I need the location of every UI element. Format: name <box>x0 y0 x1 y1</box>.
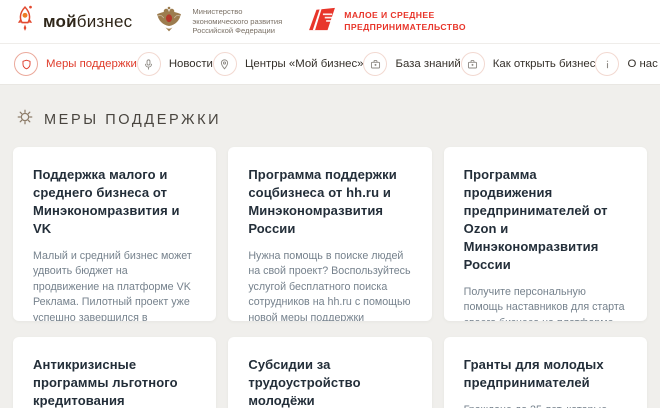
card-description: Получите персональную помощь наставников… <box>463 285 625 321</box>
card-title: Поддержка малого и среднего бизнеса от М… <box>33 167 180 236</box>
page-title: МЕРЫ ПОДДЕРЖКИ <box>44 111 222 128</box>
msp-title: МАЛОЕ И СРЕДНЕЕ ПРЕДПРИНИМАТЕЛЬСТВО <box>344 9 466 32</box>
moy-biznes-logo[interactable]: мойбизнес <box>14 4 132 39</box>
ministry-name: Министерство экономического развития Рос… <box>192 6 283 36</box>
national-projects-flag-icon <box>308 7 336 36</box>
eagle-emblem-icon <box>154 4 184 39</box>
support-card-youth-employment-subsidies[interactable]: Субсидии за трудоустройство молодёжи Суб… <box>228 337 432 408</box>
nav-label: Новости <box>168 58 213 70</box>
card-description: Нужна помощь в поиске людей на свой прое… <box>248 249 411 321</box>
nav-label: Центры «Мой бизнес» <box>244 58 364 70</box>
main-content: МЕРЫ ПОДДЕРЖКИ Поддержка малого и средне… <box>0 85 660 408</box>
card-title: Программа продвижения предпринимателей о… <box>463 167 608 272</box>
card-title: Антикризисные программы льготного кредит… <box>33 357 178 408</box>
nav-item-how-to-open-business[interactable]: Как открыть бизнес <box>460 52 596 76</box>
ministry-logo[interactable]: Министерство экономического развития Рос… <box>154 4 282 39</box>
nav-item-support-measures[interactable]: Меры поддержки <box>14 52 137 76</box>
rocket-icon <box>14 4 36 39</box>
location-pin-icon <box>212 52 237 76</box>
main-nav: Меры поддержки Новости Центры «Мой бизне… <box>0 44 660 85</box>
nav-item-about[interactable]: О нас <box>595 52 658 76</box>
nav-item-knowledge-base[interactable]: База знаний <box>363 52 461 76</box>
card-title: Субсидии за трудоустройство молодёжи <box>248 357 361 408</box>
nav-label: Меры поддержки <box>46 58 137 70</box>
logo-wordmark: мойбизнес <box>43 11 133 31</box>
nav-item-news[interactable]: Новости <box>136 52 213 76</box>
card-description: Малый и средний бизнес может удвоить бюд… <box>33 249 192 321</box>
support-card-vk[interactable]: Поддержка малого и среднего бизнеса от М… <box>13 147 217 321</box>
card-title: Гранты для молодых предпринимателей <box>463 357 604 390</box>
card-title: Программа поддержки соцбизнеса от hh.ru … <box>248 167 397 236</box>
nav-label: База знаний <box>395 58 461 70</box>
support-card-ozon[interactable]: Программа продвижения предпринимателей о… <box>443 147 647 321</box>
nav-item-centers[interactable]: Центры «Мой бизнес» <box>212 52 364 76</box>
support-card-young-entrepreneur-grants[interactable]: Гранты для молодых предпринимателей Граж… <box>443 337 647 408</box>
nav-label: Как открыть бизнес <box>492 58 596 70</box>
header: мойбизнес Министерство экономического ра… <box>0 0 660 44</box>
section-header: МЕРЫ ПОДДЕРЖКИ <box>17 109 643 130</box>
info-icon <box>595 52 620 76</box>
briefcase-icon <box>460 52 485 76</box>
nav-label: О нас <box>627 58 658 70</box>
microphone-icon <box>136 52 161 76</box>
support-measures-grid: Поддержка малого и среднего бизнеса от М… <box>13 147 647 408</box>
support-card-hh[interactable]: Программа поддержки соцбизнеса от hh.ru … <box>228 147 432 321</box>
briefcase-icon <box>363 52 388 76</box>
shield-icon <box>14 52 38 76</box>
msp-logo[interactable]: МАЛОЕ И СРЕДНЕЕ ПРЕДПРИНИМАТЕЛЬСТВО <box>308 7 466 36</box>
gear-icon <box>17 109 33 130</box>
page: мойбизнес Министерство экономического ра… <box>0 0 660 408</box>
card-description: Граждане до 25 лет, которые решили <box>464 403 627 408</box>
support-card-credit-programs[interactable]: Антикризисные программы льготного кредит… <box>13 337 217 408</box>
